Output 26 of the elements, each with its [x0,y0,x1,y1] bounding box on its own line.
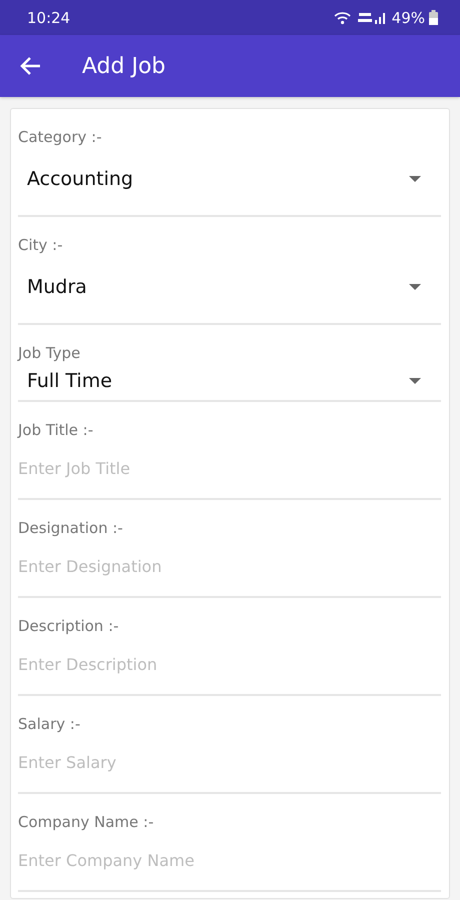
input-field[interactable]: Enter Company Name [18,848,441,872]
input-field[interactable]: Enter Job Title [18,456,441,480]
input-field[interactable]: Enter Salary [18,750,441,774]
lte-signal-icon [356,10,388,24]
dropdown-field[interactable]: Accounting [18,157,441,201]
field-label: Category :- [18,127,103,147]
battery-icon [429,10,438,25]
caret-icon [409,378,421,384]
input-field[interactable]: Enter Designation [18,554,441,578]
field-label: Job Title :- [18,420,94,440]
field-label: City :- [18,235,64,255]
dropdown-field[interactable]: Mudra [18,265,441,309]
field-label: Description :- [18,616,120,636]
caret-icon [409,176,421,182]
input-field[interactable]: Enter Description [18,652,441,676]
field-label: Job Type [18,343,82,363]
battery-level: 49% [392,8,425,26]
field-label: Company Name :- [18,812,155,832]
wifi-icon [334,10,352,24]
caret-icon [409,284,421,290]
field-label: Designation :- [18,518,124,538]
dropdown-field[interactable]: Full Time [18,365,441,397]
screen-title: Add Job [82,54,166,78]
status-time: 10:24 [27,8,70,26]
back-button[interactable] [20,56,42,76]
field-label: Salary :- [18,714,82,734]
